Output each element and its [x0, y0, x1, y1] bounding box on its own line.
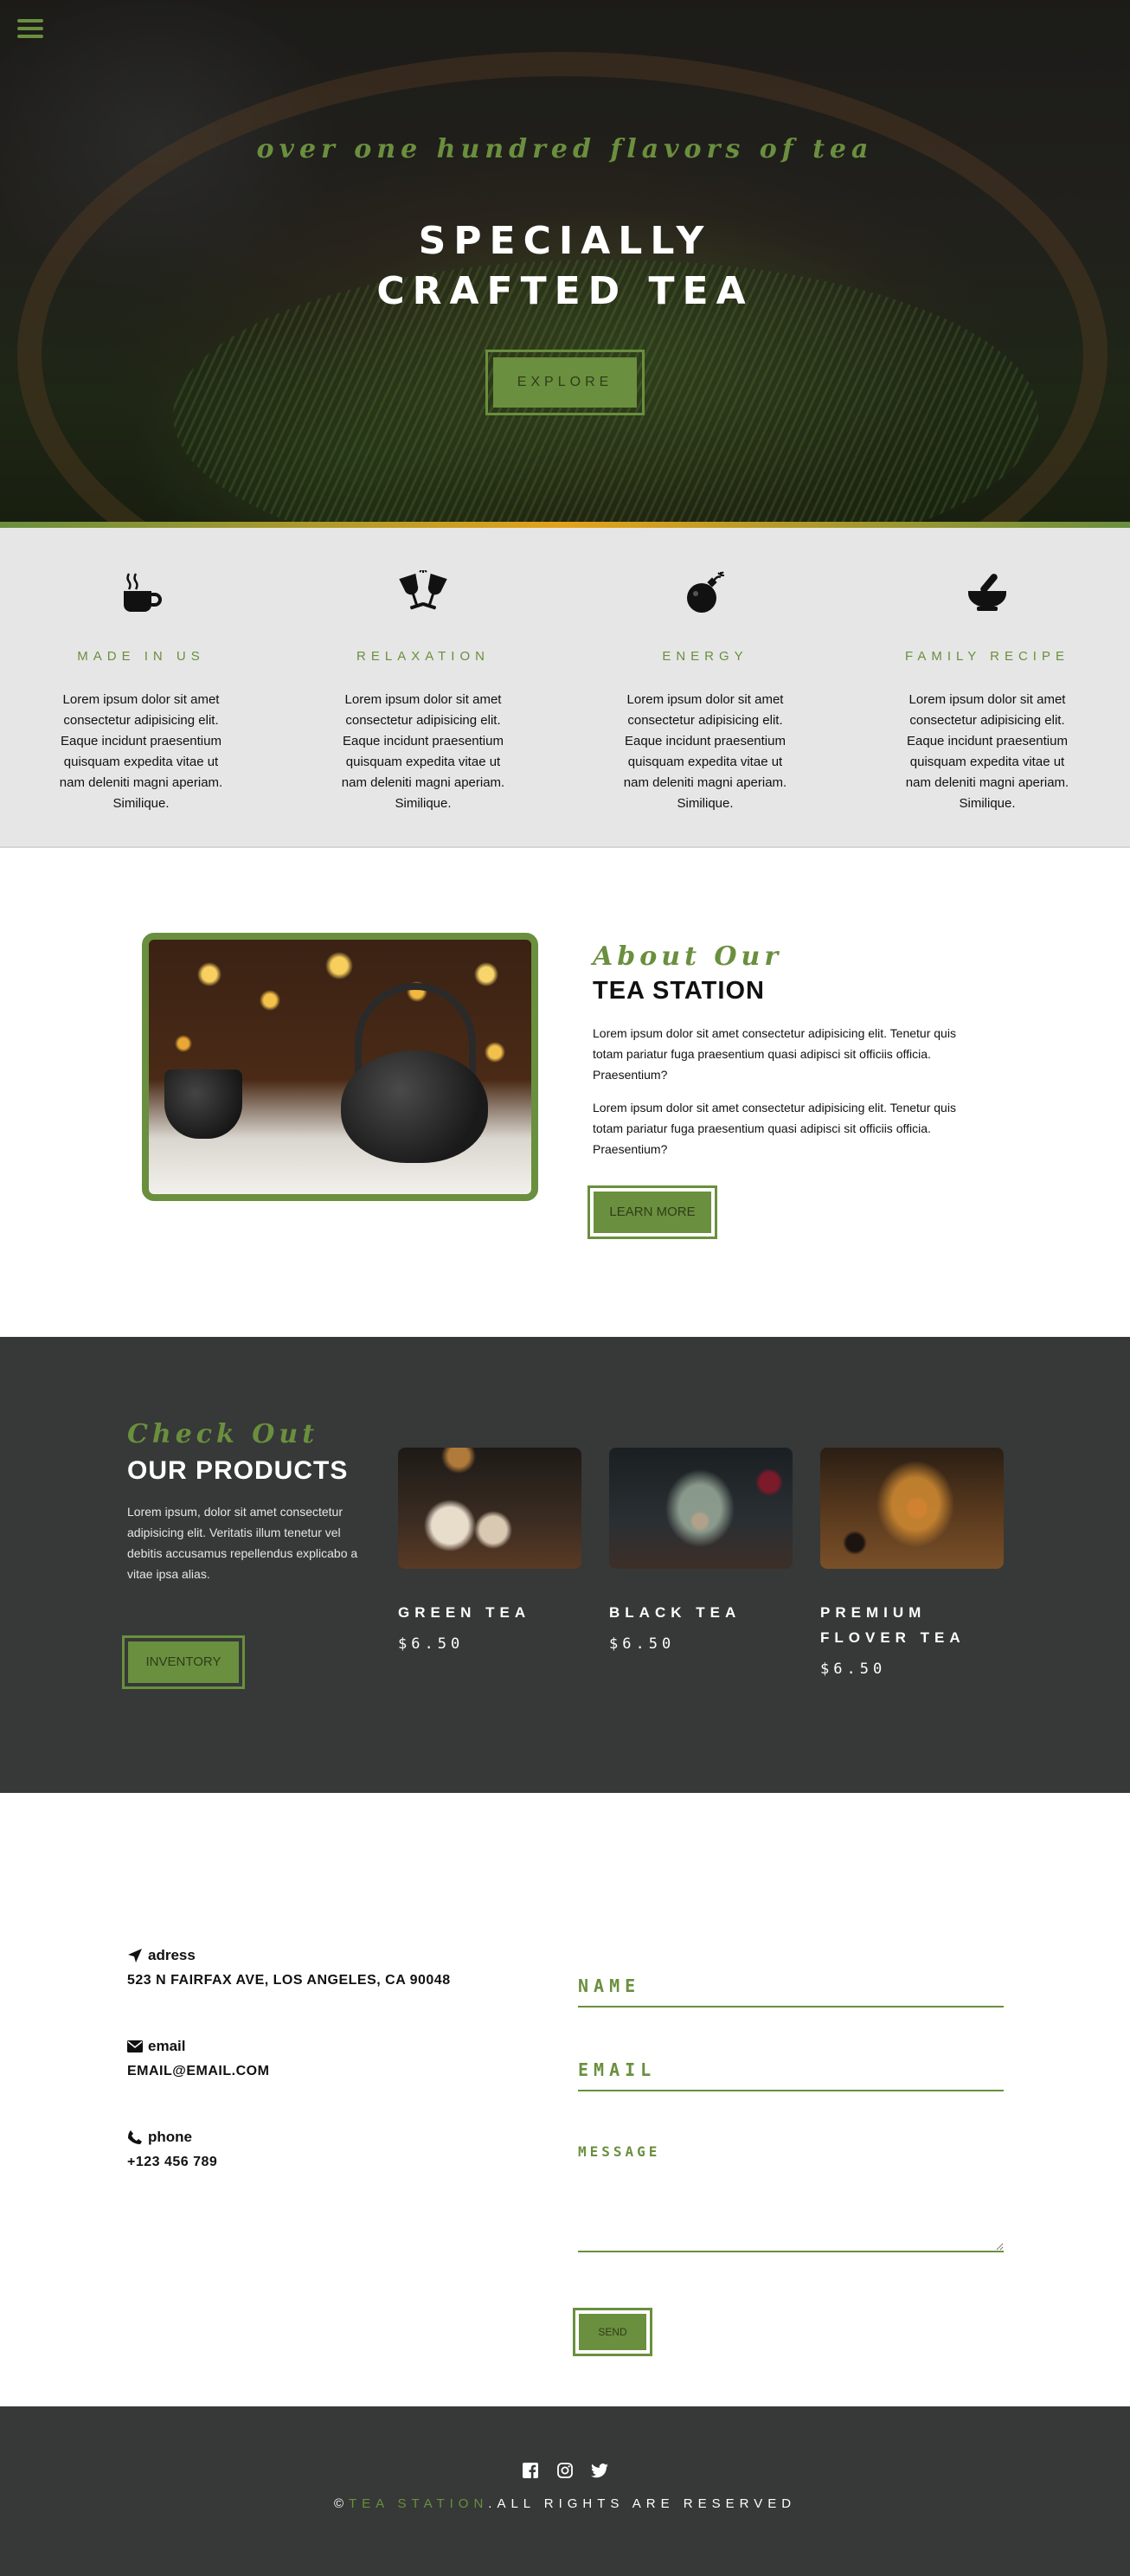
feature-text: Lorem ipsum dolor sit amet consectetur a…	[59, 692, 223, 811]
about-heading: TEA STATION	[593, 977, 765, 1005]
feature-title: ENERGY	[662, 649, 748, 664]
mortar-pestle-icon	[846, 567, 1128, 619]
feature-relaxation: RELAXATION Lorem ipsum dolor sit amet co…	[282, 567, 564, 846]
facebook-icon[interactable]	[522, 2462, 539, 2479]
product-card-premium-flover-tea[interactable]: PREMIUM FLOVER TEA $6.50	[820, 1448, 1004, 1678]
contact-address: adress 523 N FAIRFAX AVE, LOS ANGELES, C…	[127, 1947, 491, 1988]
message-input[interactable]	[578, 2143, 1004, 2252]
hero-title: SPECIALLY CRAFTED TEA	[376, 219, 754, 313]
footer: ©TEA STATION.ALL RIGHTS ARE RESERVED	[0, 2406, 1130, 2576]
about-text: About Our TEA STATION Lorem ipsum dolor …	[593, 941, 965, 1160]
feature-text: Lorem ipsum dolor sit amet consectetur a…	[623, 692, 787, 811]
social-links	[0, 2462, 1130, 2479]
feature-title: RELAXATION	[356, 649, 490, 664]
teapot-image	[142, 933, 538, 1201]
feature-family-recipe: FAMILY RECIPE Lorem ipsum dolor sit amet…	[846, 567, 1128, 846]
contact-phone-label-row: phone	[127, 2129, 491, 2146]
product-name: GREEN TEA	[398, 1604, 531, 1621]
learn-more-button[interactable]: LEARN MORE	[587, 1185, 717, 1239]
contact-email: email EMAIL@EMAIL.COM	[127, 2038, 491, 2079]
products-heading: OUR PRODUCTS	[127, 1456, 349, 1485]
features-section: MADE IN US Lorem ipsum dolor sit amet co…	[0, 528, 1130, 848]
hero-tagline: over one hundred flavors of tea	[256, 134, 874, 164]
products-section: Check Out OUR PRODUCTS Lorem ipsum, dolo…	[0, 1337, 1130, 1793]
phone-icon	[128, 2130, 142, 2144]
email-input[interactable]	[578, 2050, 1004, 2091]
black-tea-image	[609, 1448, 793, 1569]
coffee-cup-icon	[0, 567, 282, 619]
about-section: About Our TEA STATION Lorem ipsum dolor …	[0, 848, 1130, 1337]
address-label: adress	[148, 1947, 196, 1963]
teacup-shape	[164, 1070, 242, 1139]
feature-energy: ENERGY Lorem ipsum dolor sit amet consec…	[564, 567, 846, 846]
product-card-green-tea[interactable]: GREEN TEA $6.50	[398, 1448, 581, 1653]
email-value: EMAIL@EMAIL.COM	[127, 2064, 270, 2078]
products-intro: Check Out OUR PRODUCTS Lorem ipsum, dolo…	[127, 1419, 378, 1584]
instagram-icon[interactable]	[556, 2462, 574, 2479]
feature-text: Lorem ipsum dolor sit amet consectetur a…	[341, 692, 505, 811]
contact-section: adress 523 N FAIRFAX AVE, LOS ANGELES, C…	[0, 1793, 1130, 2406]
about-paragraph: Lorem ipsum dolor sit amet consectetur a…	[593, 1101, 956, 1156]
about-script-title: About Our	[593, 941, 783, 972]
feature-title: FAMILY RECIPE	[905, 649, 1069, 664]
footer-brand-link[interactable]: TEA STATION	[349, 2496, 488, 2511]
about-paragraph: Lorem ipsum dolor sit amet consectetur a…	[593, 1026, 956, 1082]
bomb-icon	[564, 567, 846, 619]
message-field-wrapper	[578, 2143, 1004, 2257]
products-paragraph: Lorem ipsum, dolor sit amet consectetur …	[127, 1505, 358, 1581]
menu-icon[interactable]	[17, 19, 43, 42]
send-button-label: SEND	[579, 2314, 646, 2350]
address-value: 523 N FAIRFAX AVE, LOS ANGELES, CA 90048	[127, 1973, 451, 1988]
email-label: email	[148, 2038, 186, 2054]
feature-made-in-us: MADE IN US Lorem ipsum dolor sit amet co…	[0, 567, 282, 846]
location-arrow-icon	[128, 1949, 142, 1963]
phone-label: phone	[148, 2129, 192, 2145]
products-script-title: Check Out	[127, 1419, 319, 1449]
footer-rights: .ALL RIGHTS ARE RESERVED	[488, 2496, 797, 2511]
wine-glasses-icon	[282, 567, 564, 619]
twitter-icon[interactable]	[591, 2462, 608, 2479]
learn-more-label: LEARN MORE	[594, 1192, 711, 1233]
premium-tea-image	[820, 1448, 1004, 1569]
contact-address-label-row: adress	[127, 1947, 491, 1964]
product-card-black-tea[interactable]: BLACK TEA $6.50	[609, 1448, 793, 1653]
product-price: $6.50	[609, 1635, 676, 1653]
contact-phone: phone +123 456 789	[127, 2129, 491, 2170]
email-field-wrapper	[578, 2050, 1004, 2091]
inventory-button[interactable]: INVENTORY	[122, 1635, 245, 1689]
contact-email-label-row: email	[127, 2038, 491, 2055]
name-input[interactable]	[578, 1966, 1004, 2007]
phone-value: +123 456 789	[127, 2155, 218, 2169]
product-price: $6.50	[820, 1661, 887, 1678]
envelope-icon	[127, 2040, 143, 2052]
explore-button[interactable]: EXPLORE	[485, 350, 645, 415]
teapot-body-shape	[341, 1050, 488, 1163]
copyright-symbol: ©	[333, 2496, 349, 2511]
hero-content: over one hundred flavors of tea SPECIALL…	[0, 134, 1130, 415]
product-price: $6.50	[398, 1635, 465, 1653]
green-tea-image	[398, 1448, 581, 1569]
hero-accent-bar	[0, 522, 1130, 528]
product-name: PREMIUM FLOVER TEA	[820, 1604, 966, 1646]
copyright-text: ©TEA STATION.ALL RIGHTS ARE RESERVED	[0, 2496, 1130, 2511]
inventory-label: INVENTORY	[128, 1641, 239, 1683]
send-button[interactable]: SEND	[573, 2308, 652, 2356]
feature-text: Lorem ipsum dolor sit amet consectetur a…	[905, 692, 1069, 811]
feature-title: MADE IN US	[77, 649, 205, 664]
name-field-wrapper	[578, 1966, 1004, 2007]
product-name: BLACK TEA	[609, 1604, 742, 1621]
explore-button-label: EXPLORE	[493, 357, 637, 408]
hero-section: over one hundred flavors of tea SPECIALL…	[0, 0, 1130, 528]
